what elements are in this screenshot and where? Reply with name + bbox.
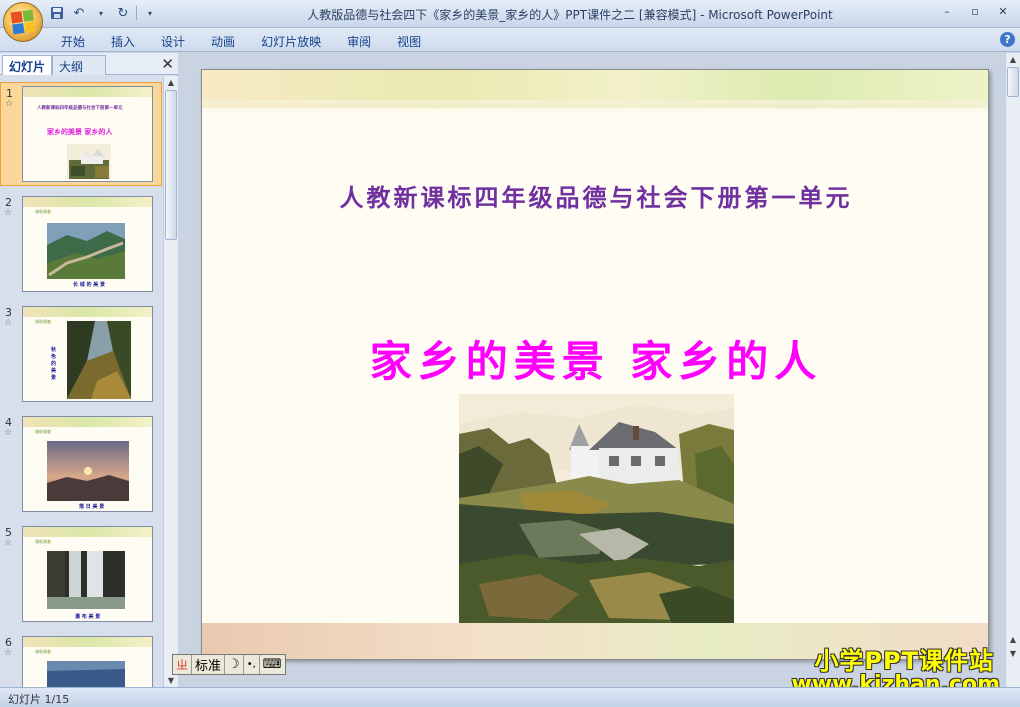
thumb-band [23,307,152,317]
slide-preview: 人教新课标四年级品德与社会下册第一单元 家乡的美景 家乡的人 [22,86,153,182]
restore-button[interactable]: ▫ [962,2,988,20]
status-bar: 幻灯片 1/15 [0,687,1020,707]
landscape-photo-icon [47,661,125,687]
transition-star-icon: ☆ [4,318,13,328]
title-bar: ↶ ▾ ↻ ▾ 人教版品德与社会四下《家乡的美景_家乡的人》PPT课件之二 [兼… [0,0,1020,28]
tab-outline[interactable]: 大纲 [52,55,107,75]
slide-title[interactable]: 家乡的美景 家乡的人 [202,328,988,389]
tab-slides[interactable]: 幻灯片 [2,55,53,75]
thumb-tag: 课前调查 [35,319,51,324]
help-icon[interactable]: ? [1000,32,1015,47]
thumb-tag: 课前调查 [35,209,51,214]
village-house-photo[interactable] [459,394,734,626]
ime-punctuation-icon[interactable]: •, [244,655,260,674]
ime-toolbar: ㄓ 标准 ☽ •, ⌨ [172,654,286,675]
scrollbar-thumb[interactable] [165,90,177,240]
thumb-tag: 课前调查 [35,539,51,544]
close-button[interactable]: ✕ [990,2,1016,20]
office-logo-icon [10,9,36,35]
tab-review[interactable]: 审阅 [334,31,384,50]
slides-pane: 幻灯片 大纲 ✕ 1 ☆ 人教新课标四年级品德与社会下册第一单元 家乡的美景 家… [0,53,178,687]
ime-mode-button[interactable]: 标准 [192,655,226,674]
slide-indicator: 幻灯片 1/15 [8,693,70,706]
tab-home[interactable]: 开始 [48,31,98,50]
slide-top-fade [202,100,988,114]
tab-design[interactable]: 设计 [148,31,198,50]
slide-editing-area: 人教新课标四年级品德与社会下册第一单元 家乡的美景 家乡的人 [179,53,1005,687]
previous-slide-icon[interactable]: ▲ [1008,635,1018,644]
ribbon: 开始 插入 设计 动画 幻灯片放映 审阅 视图 ? [0,28,1020,52]
thumb-subtitle: 人教新课标四年级品德与社会下册第一单元 [37,106,123,111]
tab-slideshow[interactable]: 幻灯片放映 [248,31,334,50]
slide-preview: 课前调查 瀑 布 美 景 [22,526,153,622]
office-button[interactable] [3,2,43,42]
thumb-tag: 课前调查 [35,649,51,654]
slide-thumbnail-5[interactable]: 5 ☆ 课前调查 瀑 布 美 景 [0,522,162,626]
sunset-photo-icon [47,441,129,501]
thumb-band [23,87,152,97]
ime-logo-icon[interactable]: ㄓ [173,655,193,674]
slide-thumbnail-4[interactable]: 4 ☆ 课前调查 落 日 美 景 [0,412,162,516]
scroll-down-icon[interactable]: ▼ [166,676,176,685]
scroll-up-icon[interactable]: ▲ [1008,55,1018,64]
minimize-button[interactable]: – [934,2,960,20]
thumb-band [23,417,152,427]
tab-view[interactable]: 视图 [384,31,434,50]
transition-star-icon: ☆ [4,428,13,438]
thumb-band [23,637,152,647]
watermark-site-name: 小学PPT课件站 [814,647,994,675]
scroll-up-icon[interactable]: ▲ [166,78,176,87]
transition-star-icon: ☆ [4,538,13,548]
thumb-band [23,197,152,207]
waterfall-photo-icon [47,551,125,609]
thumb-title: 家乡的美景 家乡的人 [47,128,113,136]
house-photo-icon [67,144,111,179]
scrollbar-thumb[interactable] [1007,67,1019,97]
slide-preview: 课前调查 秋 色 的 美 景 [22,306,153,402]
tab-animations[interactable]: 动画 [198,31,248,50]
window-title: 人教版品德与社会四下《家乡的美景_家乡的人》PPT课件之二 [兼容模式] - M… [307,8,833,22]
great-wall-photo-icon [47,223,125,279]
transition-star-icon: ☆ [5,99,14,109]
slide-preview: 课前调查 长 城 的 美 景 [22,196,153,292]
tab-insert[interactable]: 插入 [98,31,148,50]
thumb-tag: 课前调查 [35,429,51,434]
thumb-caption: 长 城 的 美 景 [73,282,105,288]
slide-preview: 课前调查 落 日 美 景 [22,416,153,512]
thumb-caption: 落 日 美 景 [79,504,105,510]
pane-tabs: 幻灯片 大纲 ✕ [0,53,178,75]
slide-preview: 课前调查 [22,636,153,687]
slide-thumbnail-2[interactable]: 2 ☆ 课前调查 长 城 的 美 景 [0,192,162,296]
slide-thumbnail-list: 1 ☆ 人教新课标四年级品德与社会下册第一单元 家乡的美景 家乡的人 2 ☆ 课… [0,76,162,687]
slide-thumbnail-6[interactable]: 6 ☆ 课前调查 [0,632,162,687]
transition-star-icon: ☆ [4,648,13,658]
thumb-caption: 瀑 布 美 景 [75,614,101,620]
ribbon-tabs: 开始 插入 设计 动画 幻灯片放映 审阅 视图 [48,31,434,50]
slides-pane-scrollbar[interactable]: ▲ ▼ [163,76,178,687]
thumb-caption: 秋 色 的 美 景 [51,347,57,381]
autumn-mountain-photo-icon [67,321,131,399]
slide-subtitle[interactable]: 人教新课标四年级品德与社会下册第一单元 [202,178,988,213]
thumb-band [23,527,152,537]
slide-thumbnail-3[interactable]: 3 ☆ 课前调查 秋 色 的 美 景 [0,302,162,406]
next-slide-icon[interactable]: ▼ [1008,649,1018,658]
transition-star-icon: ☆ [4,208,13,218]
slide-thumbnail-1[interactable]: 1 ☆ 人教新课标四年级品德与社会下册第一单元 家乡的美景 家乡的人 [0,82,162,186]
ime-keyboard-icon[interactable]: ⌨ [260,655,285,674]
pane-close-icon[interactable]: ✕ [161,55,174,73]
ime-fullwidth-moon-icon[interactable]: ☽ [225,655,244,674]
window-controls: – ▫ ✕ [934,2,1016,20]
current-slide[interactable]: 人教新课标四年级品德与社会下册第一单元 家乡的美景 家乡的人 [201,69,989,660]
main-vertical-scrollbar[interactable]: ▲ ▲ ▼ [1005,53,1020,687]
